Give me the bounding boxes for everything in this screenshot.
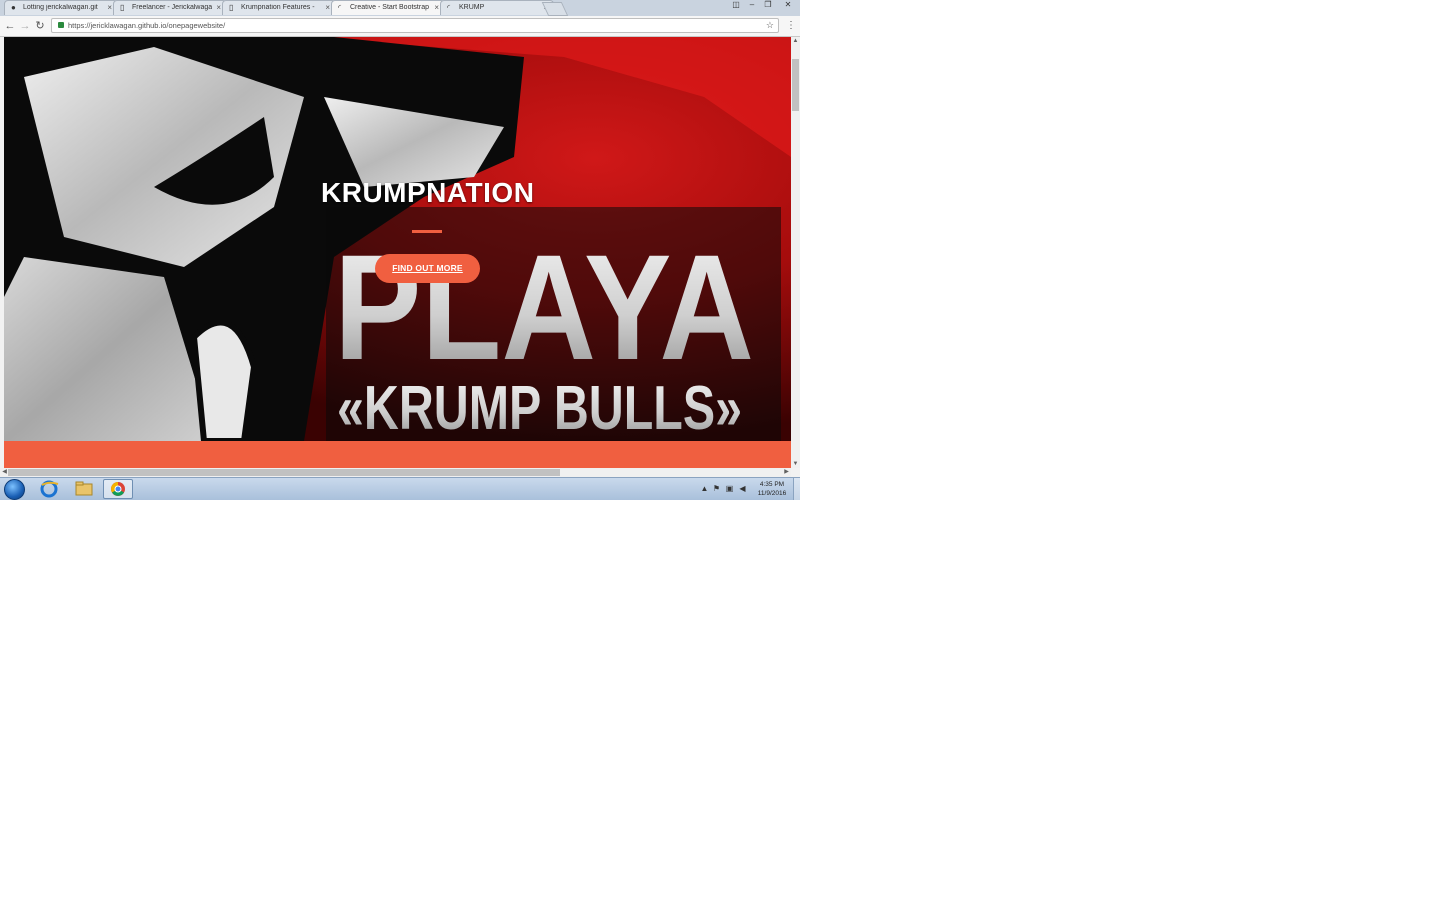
tab-title: Lotting jerickalwagan.git	[23, 4, 98, 11]
tab-creative[interactable]: ◜ Creative - Start Bootstrap ×	[331, 0, 445, 15]
address-bar[interactable]: https://jericklawagan.github.io/onepagew…	[51, 18, 779, 33]
page-icon: ▯	[120, 3, 125, 12]
vertical-scroll-thumb[interactable]	[792, 59, 799, 111]
close-tab-icon[interactable]: ×	[434, 3, 439, 12]
lock-icon	[58, 22, 64, 28]
tab-title: Freelancer - Jerickalwagan	[132, 4, 212, 11]
vertical-scrollbar[interactable]: ▲ ▼	[791, 37, 800, 468]
file-explorer-icon[interactable]	[69, 479, 99, 499]
image-text-playa: PLAYA	[334, 223, 754, 391]
show-hidden-icons-icon[interactable]: ▲	[700, 484, 709, 493]
loading-icon: ◜	[447, 3, 451, 12]
tab-freelancer[interactable]: ▯ Freelancer - Jerickalwagan ×	[113, 0, 227, 15]
close-tab-icon[interactable]: ×	[325, 3, 330, 12]
bookmark-star-icon[interactable]: ☆	[766, 20, 774, 31]
show-desktop-button[interactable]	[793, 478, 800, 500]
browser-toolbar: ← → ↻ https://jericklawagan.github.io/on…	[0, 16, 800, 37]
minimize-icon[interactable]: –	[746, 0, 758, 10]
loading-icon: ◜	[338, 3, 342, 12]
tab-title: KRUMP	[459, 4, 485, 11]
tab-github[interactable]: ● Lotting jerickalwagan.git ×	[4, 0, 118, 15]
close-window-icon[interactable]: ✕	[782, 0, 794, 10]
chrome-taskbar-icon[interactable]	[103, 479, 133, 499]
hero-background-image: PLAYA «KRUMP BULLS»	[4, 37, 791, 441]
hero-divider	[412, 230, 442, 233]
github-icon: ●	[11, 3, 16, 12]
user-icon[interactable]: ◫	[730, 0, 742, 10]
url-text[interactable]: https://jericklawagan.github.io/onepagew…	[68, 21, 225, 30]
reload-icon[interactable]: ↻	[33, 19, 47, 33]
page-viewport: PLAYA «KRUMP BULLS» KRUMPNATION FIND OUT…	[4, 37, 791, 468]
tab-krump[interactable]: ◜ KRUMP ×	[440, 0, 554, 15]
tab-krumpnation-features[interactable]: ▯ Krumpnation Features - ×	[222, 0, 336, 15]
image-text-krump-bulls: «KRUMP BULLS»	[337, 374, 742, 441]
close-tab-icon[interactable]: ×	[216, 3, 221, 12]
scroll-down-icon[interactable]: ▼	[791, 460, 800, 468]
tab-title: Creative - Start Bootstrap	[350, 4, 429, 11]
page-icon: ▯	[229, 3, 234, 12]
scroll-right-icon[interactable]: ▶	[782, 468, 791, 476]
forward-icon[interactable]: →	[18, 19, 32, 33]
horizontal-scrollbar[interactable]: ◀ ▶	[0, 468, 791, 477]
back-icon[interactable]: ←	[3, 19, 17, 33]
action-center-icon[interactable]: ⚑	[712, 484, 721, 493]
tab-strip: ● Lotting jerickalwagan.git × ▯ Freelanc…	[0, 0, 800, 16]
taskbar: ▲ ⚑ ▣ ◀ 4:35 PM 11/9/2016	[0, 477, 800, 500]
clock-date: 11/9/2016	[757, 490, 787, 497]
internet-explorer-icon[interactable]	[34, 479, 64, 499]
scroll-up-icon[interactable]: ▲	[791, 37, 800, 45]
restore-icon[interactable]: ❐	[762, 0, 774, 10]
close-tab-icon[interactable]: ×	[107, 3, 112, 12]
tab-title: Krumpnation Features -	[241, 4, 315, 11]
hero-title: KRUMPNATION	[321, 177, 535, 208]
menu-icon[interactable]: ⋮	[786, 19, 796, 33]
system-clock[interactable]: 4:35 PM 11/9/2016	[752, 480, 792, 498]
find-out-more-button[interactable]: FIND OUT MORE	[375, 254, 480, 283]
hero-section: PLAYA «KRUMP BULLS» KRUMPNATION FIND OUT…	[4, 37, 791, 441]
clock-time: 4:35 PM	[759, 481, 785, 488]
horizontal-scroll-thumb[interactable]	[8, 469, 560, 476]
network-icon[interactable]: ▣	[725, 484, 734, 493]
start-button[interactable]	[4, 479, 25, 500]
about-section	[4, 441, 791, 468]
volume-icon[interactable]: ◀	[738, 484, 747, 493]
browser-window: ● Lotting jerickalwagan.git × ▯ Freelanc…	[0, 0, 800, 500]
